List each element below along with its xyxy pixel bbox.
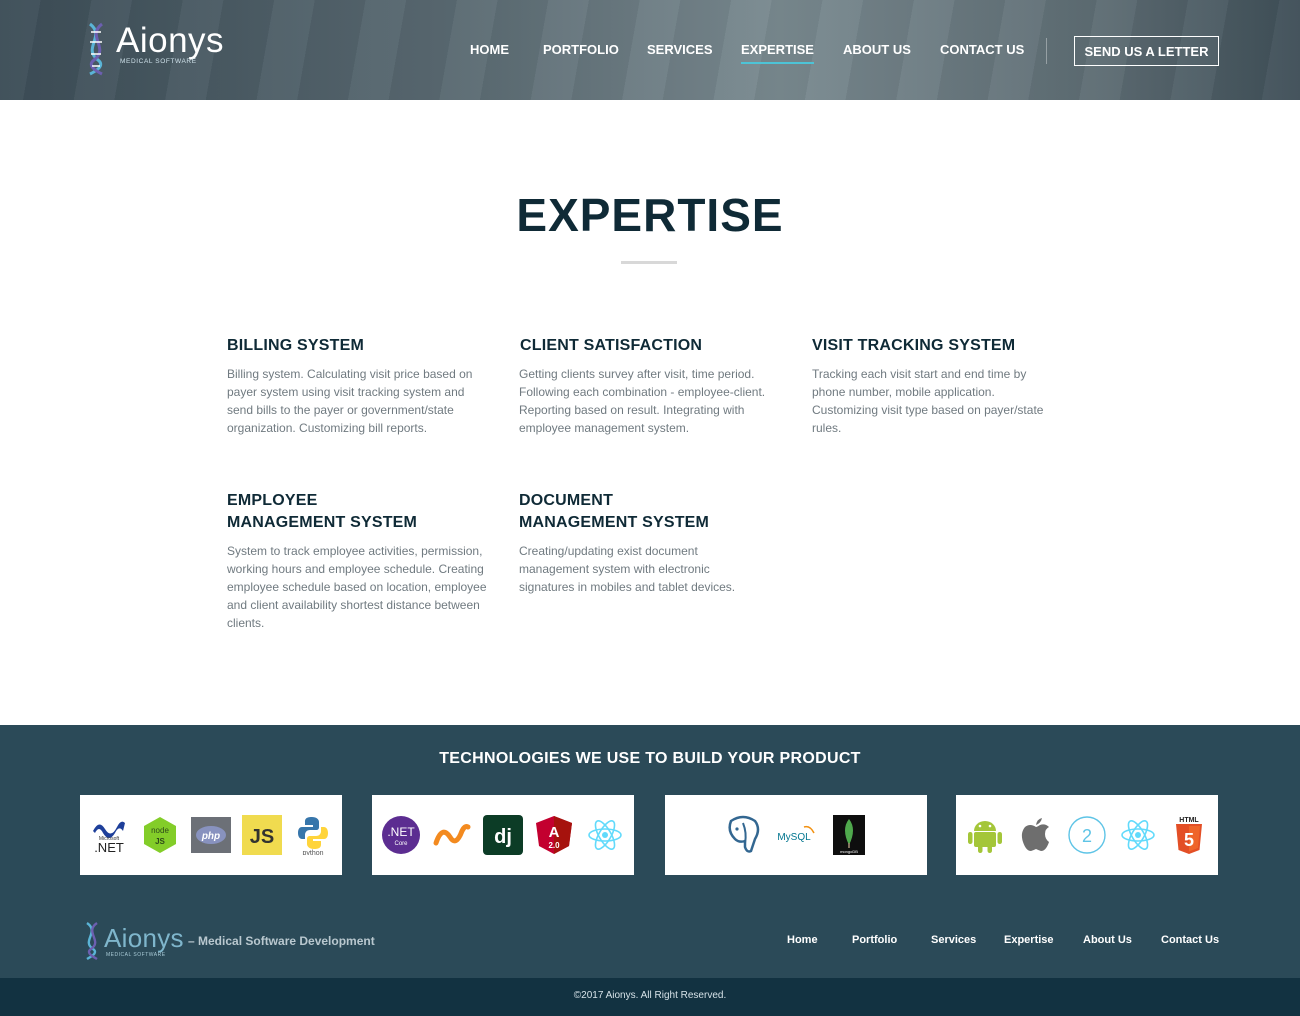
nav-about-us[interactable]: ABOUT US	[843, 42, 911, 57]
card-text: System to track employee activities, per…	[227, 544, 487, 630]
javascript-icon: JS	[242, 815, 282, 855]
copyright-text: ©2017 Aionys. All Right Reserved.	[573, 990, 727, 1001]
card-title: DOCUMENT MANAGEMENT SYSTEM	[519, 490, 759, 534]
html5-number-text: 5	[1184, 830, 1194, 850]
expertise-card-employee-management: EMPLOYEE MANAGEMENT SYSTEM System to tra…	[227, 490, 492, 632]
apple-icon	[1016, 815, 1056, 855]
django-icon: dj	[483, 815, 523, 855]
nodejs-icon: node JS	[140, 815, 180, 855]
nav-home[interactable]: HOME	[470, 42, 509, 57]
angular-icon: A 2.0	[534, 815, 574, 855]
angular-version-text: 2.0	[548, 841, 560, 850]
card-title-line2: MANAGEMENT SYSTEM	[227, 514, 418, 531]
angular-text: A	[549, 824, 560, 841]
dotnet-core-text: .NET	[387, 825, 415, 839]
mongodb-icon: mongoDB	[829, 815, 869, 855]
swift2-icon: 2	[1067, 815, 1107, 855]
dotnet-core-icon: .NET Core	[381, 815, 421, 855]
tech-group-backend: Microsoft .NET node JS php JS python	[80, 795, 342, 875]
footer-logo[interactable]: Aionys MEDICAL SOFTWARE	[80, 922, 184, 960]
technologies-title: TECHNOLOGIES WE USE TO BUILD YOUR PRODUC…	[439, 750, 861, 767]
expertise-card-client-satisfaction: CLIENT SATISFACTION Getting clients surv…	[519, 335, 785, 437]
site-header: Aionys MEDICAL SOFTWARE HOME PORTFOLIO S…	[0, 0, 1300, 100]
card-title-line1: EMPLOYEE	[227, 492, 318, 509]
card-title: EMPLOYEE MANAGEMENT SYSTEM	[227, 490, 492, 534]
copyright-bar: ©2017 Aionys. All Right Reserved.	[0, 978, 1300, 1016]
expertise-card-visit-tracking: VISIT TRACKING SYSTEM Tracking each visi…	[812, 335, 1062, 437]
dotnet-text: .NET	[94, 840, 124, 855]
nav-services[interactable]: SERVICES	[647, 42, 713, 57]
expertise-card-document-management: DOCUMENT MANAGEMENT SYSTEM Creating/upda…	[519, 490, 759, 596]
card-text: Getting clients survey after visit, time…	[519, 367, 766, 435]
nativescript-icon	[432, 815, 472, 855]
nav-portfolio[interactable]: PORTFOLIO	[543, 42, 619, 57]
card-title: VISIT TRACKING SYSTEM	[812, 337, 1016, 354]
dna-logo-icon	[86, 922, 98, 960]
nav-divider	[1046, 38, 1047, 64]
node-text: node	[151, 826, 169, 835]
android-icon	[965, 815, 1005, 855]
swift2-text: 2	[1082, 826, 1092, 846]
tech-group-mobile: 2 HTML 5	[956, 795, 1218, 875]
footer-nav-services[interactable]: Services	[931, 934, 976, 946]
card-text: Creating/updating exist document managem…	[519, 544, 736, 594]
tech-group-frameworks: .NET Core dj A 2.0	[372, 795, 634, 875]
footer-nav-home[interactable]: Home	[787, 934, 818, 946]
page-title: EXPERTISE	[516, 189, 784, 241]
html5-icon: HTML 5	[1169, 815, 1209, 855]
footer-brand-text: Aionys MEDICAL SOFTWARE	[104, 924, 184, 958]
footer-nav-contact-us[interactable]: Contact Us	[1161, 934, 1219, 946]
card-title-line2: MANAGEMENT SYSTEM	[519, 514, 710, 531]
nav-contact-us[interactable]: CONTACT US	[940, 42, 1024, 57]
footer-nav-portfolio[interactable]: Portfolio	[852, 934, 897, 946]
php-text: php	[201, 831, 220, 842]
dotnet-icon: Microsoft .NET	[89, 815, 129, 855]
mongodb-text: mongoDB	[840, 849, 858, 854]
nav-expertise[interactable]: EXPERTISE	[741, 42, 814, 64]
technologies-section: TECHNOLOGIES WE USE TO BUILD YOUR PRODUC…	[0, 725, 1300, 978]
card-text: Tracking each visit start and end time b…	[812, 367, 1044, 435]
core-text: Core	[394, 841, 408, 847]
node-js-text: JS	[155, 837, 165, 846]
react-icon	[585, 815, 625, 855]
card-title-line1: DOCUMENT	[519, 492, 614, 509]
send-letter-button[interactable]: SEND US A LETTER	[1074, 36, 1219, 66]
react-native-icon	[1118, 815, 1158, 855]
mysql-text: MySQL	[777, 832, 811, 843]
django-text: dj	[494, 826, 512, 848]
mysql-icon: MySQL	[774, 815, 818, 855]
tech-group-databases: MySQL mongoDB	[665, 795, 927, 875]
card-title: BILLING SYSTEM	[227, 337, 365, 354]
python-icon: python	[293, 815, 333, 855]
card-title: CLIENT SATISFACTION	[520, 337, 703, 354]
expertise-card-billing: BILLING SYSTEM Billing system. Calculati…	[227, 335, 492, 437]
card-text: Billing system. Calculating visit price …	[227, 367, 473, 435]
js-text: JS	[250, 826, 274, 848]
footer-brand-name: Aionys	[104, 923, 184, 953]
python-text: python	[302, 850, 323, 855]
footer-tagline: – Medical Software Development	[188, 934, 375, 948]
html5-label-text: HTML	[1179, 817, 1199, 824]
title-divider	[621, 261, 677, 264]
footer-nav-about-us[interactable]: About Us	[1083, 934, 1132, 946]
footer-nav-expertise[interactable]: Expertise	[1004, 934, 1054, 946]
postgresql-icon	[723, 815, 763, 855]
php-icon: php	[191, 815, 231, 855]
